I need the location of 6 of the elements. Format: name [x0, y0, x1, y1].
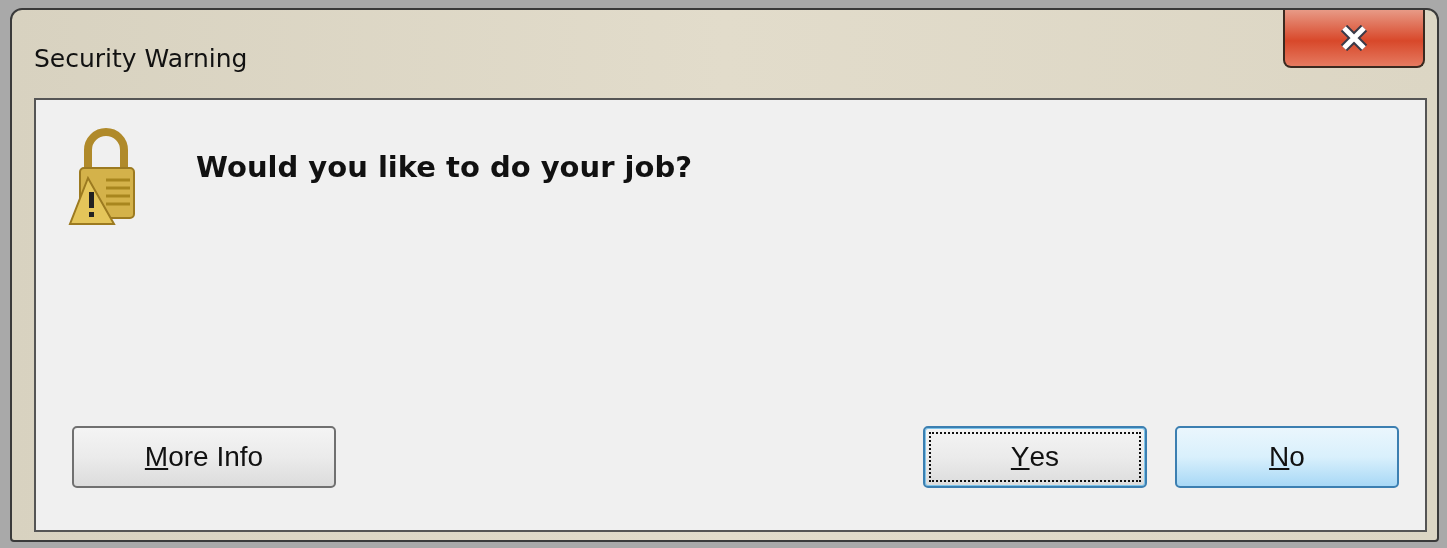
close-button[interactable] — [1283, 10, 1425, 68]
dialog-button[interactable]: No — [1175, 426, 1399, 488]
dialog-message: Would you like to do your job? — [196, 150, 693, 184]
dialog-button[interactable]: More Info — [72, 426, 336, 488]
dialog-button[interactable]: Yes — [923, 426, 1147, 488]
window-title: Security Warning — [34, 44, 248, 73]
